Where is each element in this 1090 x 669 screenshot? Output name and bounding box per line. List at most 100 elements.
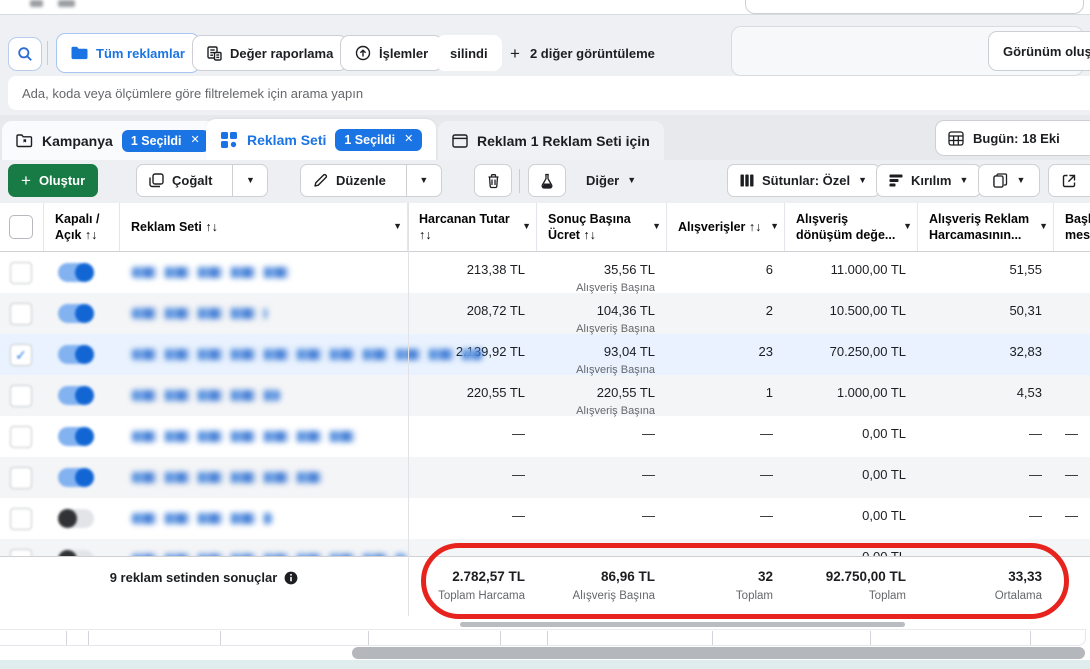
column-header-spent[interactable]: Harcanan Tutar ↑↓ ▼ <box>408 203 537 251</box>
adset-name-blurred[interactable] <box>120 457 408 498</box>
duplicate-button[interactable]: Çoğalt ▼ <box>136 164 268 197</box>
clipped-cell <box>1054 375 1090 418</box>
table-row[interactable]: ———0,00 TL—— <box>0 539 1090 556</box>
flask-icon <box>540 173 554 189</box>
adset-name-blurred[interactable] <box>120 416 408 457</box>
table-row[interactable]: ———0,00 TL—— <box>0 498 1090 539</box>
status-toggle[interactable] <box>44 334 120 377</box>
pinned-column-divider <box>408 203 409 616</box>
column-header-status[interactable]: Kapalı / Açık ↑↓ <box>44 203 120 251</box>
adset-name-blurred[interactable] <box>120 375 408 418</box>
more-button[interactable]: Diğer ▼ <box>574 164 648 197</box>
chevron-down-icon[interactable]: ▼ <box>770 221 779 233</box>
column-header-cost-per-result[interactable]: Sonuç Başına Ücret ↑↓ ▼ <box>537 203 667 251</box>
chevron-down-icon: ▼ <box>627 176 636 185</box>
filter-search-input[interactable]: Ada, koda veya ölçümlere göre filtreleme… <box>8 76 1090 110</box>
cost-per-result-cell: 35,56 TLAlışveriş Başına <box>537 252 667 295</box>
cost-per-result-cell: 220,55 TLAlışveriş Başına <box>537 375 667 418</box>
edit-button[interactable]: Düzenle ▼ <box>300 164 442 197</box>
tab-campaign-label: Kampanya <box>42 133 113 149</box>
clipped-text <box>30 0 43 7</box>
date-range-label: Bugün: 18 Eki <box>973 131 1060 146</box>
tab-ad[interactable]: Reklam 1 Reklam Seti için <box>438 121 664 160</box>
chevron-down-icon: ▼ <box>1017 176 1026 185</box>
status-toggle[interactable] <box>44 457 120 498</box>
campaign-selected-badge[interactable]: 1 Seçildi ✕ <box>122 130 209 152</box>
ab-test-button[interactable] <box>528 164 566 197</box>
table-row[interactable]: ———0,00 TL—— <box>0 416 1090 457</box>
adset-selected-badge[interactable]: 1 Seçildi ✕ <box>335 129 422 151</box>
chevron-down-icon: ▼ <box>419 176 428 185</box>
status-toggle[interactable] <box>44 498 120 539</box>
select-all-checkbox[interactable] <box>0 203 44 251</box>
adset-name-blurred[interactable] <box>120 334 408 377</box>
status-toggle[interactable] <box>44 416 120 457</box>
tab-adset[interactable]: Reklam Seti 1 Seçildi ✕ <box>206 119 436 160</box>
column-header-roas[interactable]: Alışveriş Reklam Harcamasının... ▼ <box>918 203 1054 251</box>
row-checkbox[interactable]: ✓ <box>0 334 44 377</box>
row-checkbox[interactable] <box>0 375 44 418</box>
info-icon[interactable] <box>284 570 298 585</box>
horizontal-scrollbar[interactable] <box>0 646 1090 660</box>
view-tab-all-ads[interactable]: Tüm reklamlar <box>56 33 200 73</box>
delete-button[interactable] <box>474 164 512 197</box>
create-view-button[interactable]: Görünüm oluşt <box>988 31 1090 71</box>
table-row[interactable]: 213,38 TL35,56 TLAlışveriş Başına611.000… <box>0 252 1090 293</box>
status-toggle[interactable] <box>44 375 120 418</box>
create-button[interactable]: + Oluştur <box>8 164 98 197</box>
table-row[interactable]: 220,55 TL220,55 TLAlışveriş Başına11.000… <box>0 375 1090 416</box>
chevron-down-icon[interactable]: ▼ <box>652 221 661 233</box>
row-checkbox[interactable] <box>0 498 44 539</box>
chevron-down-icon[interactable]: ▼ <box>393 221 402 233</box>
row-checkbox[interactable] <box>0 293 44 336</box>
report-icon <box>207 46 222 61</box>
search-button[interactable] <box>8 37 42 71</box>
status-toggle[interactable] <box>44 539 120 556</box>
more-views-button[interactable]: + 2 diğer görüntüleme <box>510 35 655 71</box>
table-row[interactable]: ✓2.139,92 TL93,04 TLAlışveriş Başına2370… <box>0 334 1090 375</box>
adset-name-blurred[interactable] <box>120 252 408 295</box>
clipped-cell <box>1054 334 1090 377</box>
table-summary-row: 9 reklam setinden sonuçlar 2.782,57 TLTo… <box>0 556 1090 616</box>
view-tab-actions[interactable]: İşlemler <box>340 35 443 71</box>
roas-cell: 50,31 <box>918 293 1054 336</box>
edit-dropdown[interactable]: ▼ <box>406 165 441 196</box>
table-row[interactable]: 208,72 TL104,36 TLAlışveriş Başına210.50… <box>0 293 1090 334</box>
columns-button[interactable]: Sütunlar: Özel ▼ <box>727 164 880 197</box>
chevron-down-icon[interactable]: ▼ <box>1039 221 1048 233</box>
adset-name-blurred[interactable] <box>120 539 408 556</box>
adset-name-blurred[interactable] <box>120 293 408 336</box>
export-button[interactable] <box>1048 164 1090 197</box>
roas-cell: 51,55 <box>918 252 1054 295</box>
purchases-cell: 1 <box>667 375 785 418</box>
view-tab-deleted[interactable]: silindi <box>436 35 502 71</box>
duplicate-dropdown[interactable]: ▼ <box>232 165 267 196</box>
date-range-button[interactable]: Bugün: 18 Eki <box>935 120 1090 156</box>
cost-per-result-cell: 104,36 TLAlışveriş Başına <box>537 293 667 336</box>
status-toggle[interactable] <box>44 293 120 336</box>
table-row[interactable]: ———0,00 TL—— <box>0 457 1090 498</box>
inner-scrollbar-thumb[interactable] <box>460 622 905 627</box>
reports-button[interactable]: ▼ <box>978 164 1040 197</box>
summary-clipped-cell <box>1054 557 1090 616</box>
column-header-clipped[interactable]: Başlamesa <box>1054 203 1090 251</box>
purchases-cell: — <box>667 457 785 498</box>
row-checkbox[interactable] <box>0 416 44 457</box>
breakdown-button[interactable]: Kırılım ▼ <box>876 164 981 197</box>
conversion-value-cell: 11.000,00 TL <box>785 252 918 295</box>
row-checkbox[interactable] <box>0 539 44 556</box>
horizontal-scrollbar-thumb[interactable] <box>352 647 1085 659</box>
tab-campaign[interactable]: Kampanya 1 Seçildi ✕ <box>2 121 223 160</box>
status-toggle[interactable] <box>44 252 120 295</box>
view-tab-value-reporting[interactable]: Değer raporlama <box>192 35 348 71</box>
close-icon[interactable]: ✕ <box>191 135 200 146</box>
close-icon[interactable]: ✕ <box>404 134 413 145</box>
row-checkbox[interactable] <box>0 252 44 295</box>
adset-name-blurred[interactable] <box>120 498 408 539</box>
chevron-down-icon[interactable]: ▼ <box>903 221 912 233</box>
column-header-conversion-value[interactable]: Alışveriş dönüşüm değe... ▼ <box>785 203 918 251</box>
chevron-down-icon[interactable]: ▼ <box>522 221 531 233</box>
column-header-adset[interactable]: Reklam Seti ↑↓ ▼ <box>120 203 408 251</box>
column-header-purchases[interactable]: Alışverişler ↑↓ ▼ <box>667 203 785 251</box>
row-checkbox[interactable] <box>0 457 44 498</box>
